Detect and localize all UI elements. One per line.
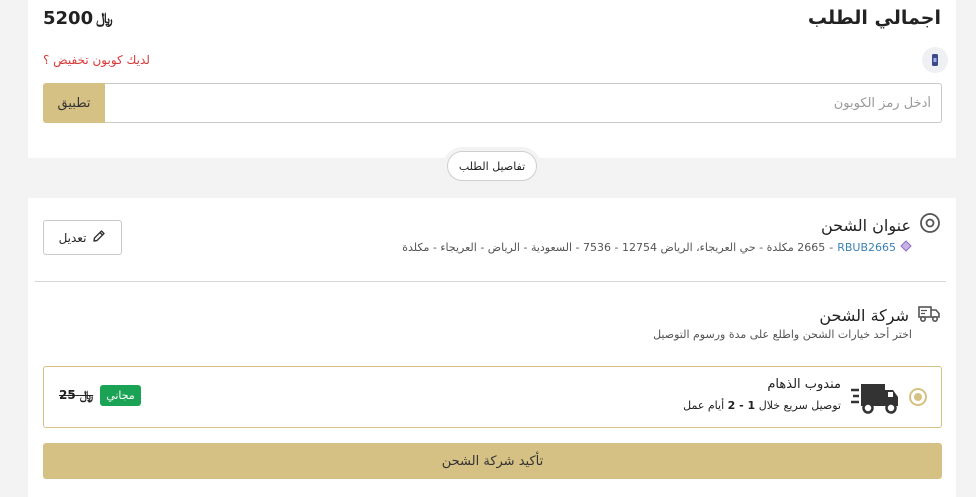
pencil-icon: [92, 229, 106, 246]
address-code: RBUB2665: [837, 241, 896, 254]
shipping-card: عنوان الشحن RBUB2665 - 2665 مكلدة - حي ا…: [28, 198, 956, 497]
order-total-value: 5200: [43, 7, 94, 29]
order-total-amount: 5200 ﷼: [43, 8, 113, 29]
shipping-option-price: 25 ﷼ مجاني: [59, 385, 141, 406]
shipping-header: شركة الشحن: [819, 302, 941, 328]
shipping-desc-prefix: توصيل سريع خلال: [758, 399, 841, 412]
currency-symbol: ﷼: [79, 388, 94, 402]
currency-symbol: ﷼: [96, 9, 113, 27]
shipping-subtitle: اختر أحد خيارات الشحن واطلع على مدة ورسو…: [653, 328, 912, 341]
address-line: RBUB2665 - 2665 مكلدة - حي العريجاء، الر…: [402, 240, 912, 255]
order-summary-card: اجمالي الطلب 5200 ﷼ لديك كوبون تخفيض ؟ ت…: [28, 0, 956, 158]
coupon-input[interactable]: [105, 83, 942, 123]
shipping-truck-icon: [917, 302, 941, 328]
edit-address-button[interactable]: تعديل: [43, 220, 122, 255]
delivery-truck-icon: [851, 380, 899, 418]
confirm-shipping-button[interactable]: تأكيد شركة الشحن: [43, 443, 942, 479]
radio-selected-dot: [914, 393, 922, 401]
address-code-icon: [900, 240, 912, 255]
location-pin-icon: [919, 212, 941, 238]
address-title: عنوان الشحن: [820, 215, 911, 235]
coupon-question-link[interactable]: لديك كوبون تخفيض ؟: [43, 53, 150, 67]
shipping-option-text: مندوب الذهام توصيل سريع خلال 1 - 2 أيام …: [683, 377, 841, 412]
order-total-label: اجمالي الطلب: [807, 7, 941, 29]
address-text: 2665 مكلدة - حي العريجاء، الرياض 12754 -…: [402, 241, 826, 254]
edit-address-label: تعديل: [58, 230, 87, 245]
order-total-row: اجمالي الطلب 5200 ﷼: [43, 6, 941, 30]
coupon-icon: [922, 47, 948, 73]
apply-coupon-button[interactable]: تطبيق: [43, 83, 105, 123]
shipping-option-name: مندوب الذهام: [767, 377, 841, 392]
address-separator: -: [829, 241, 834, 254]
order-details-button[interactable]: تفاصيل الطلب: [447, 151, 537, 181]
address-header: عنوان الشحن: [821, 212, 941, 238]
shipping-option[interactable]: مندوب الذهام توصيل سريع خلال 1 - 2 أيام …: [43, 366, 942, 428]
old-price: 25 ﷼: [59, 388, 93, 403]
coupon-form: تطبيق: [43, 83, 942, 123]
coupon-prompt-row: لديك كوبون تخفيض ؟: [43, 46, 948, 74]
shipping-title: شركة الشحن: [819, 305, 909, 325]
section-divider: [35, 281, 946, 282]
shipping-option-desc: توصيل سريع خلال 1 - 2 أيام عمل: [683, 399, 841, 412]
free-badge: مجاني: [100, 385, 141, 406]
shipping-option-radio[interactable]: [909, 388, 927, 406]
old-price-value: 25: [59, 388, 76, 402]
shipping-desc-suffix: أيام عمل: [683, 399, 725, 412]
shipping-desc-range: 1 - 2: [727, 399, 756, 412]
